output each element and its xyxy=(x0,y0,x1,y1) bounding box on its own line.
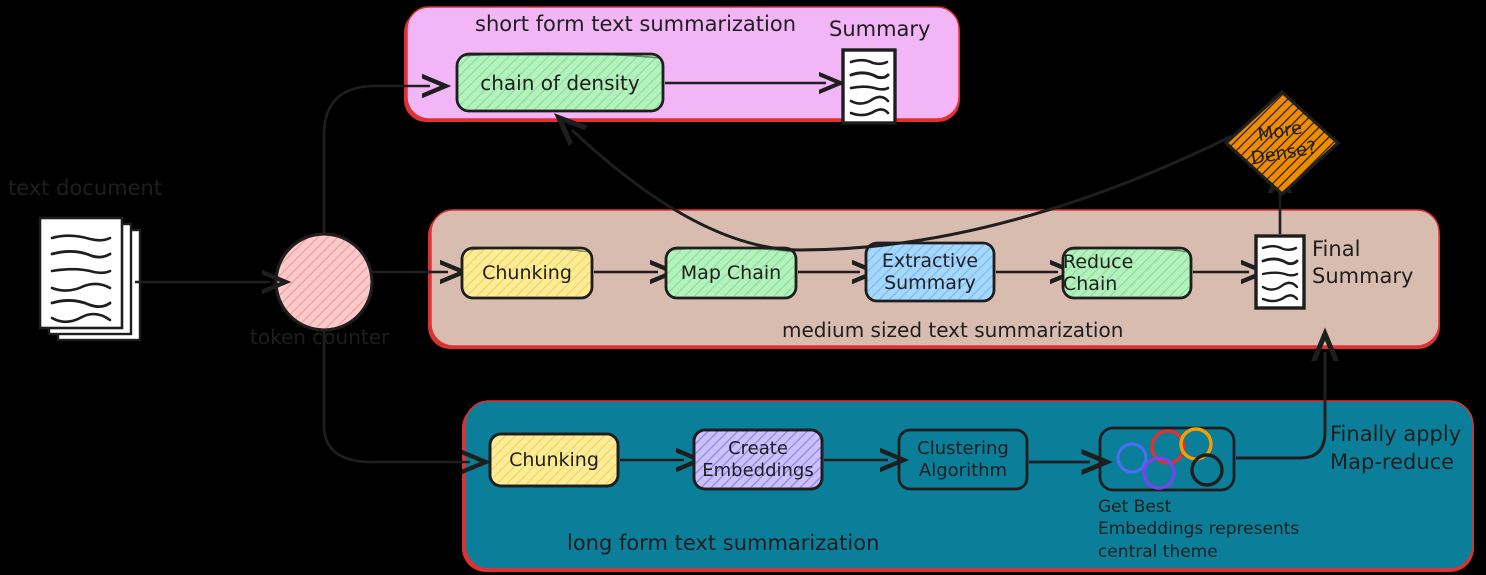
map-reduce-annotation: Finally apply Map-reduce xyxy=(1330,420,1461,477)
create-embeddings-line1: Create xyxy=(728,438,788,460)
node-reduce-chain-label: Reduce Chain xyxy=(1063,251,1134,295)
node-medium-chunking-label: Chunking xyxy=(482,262,572,284)
decision-more-dense-label: More Dense? xyxy=(1218,83,1346,203)
clusters-caption-line2: Embeddings represents xyxy=(1098,519,1300,540)
clusters-caption-line1: Get Best xyxy=(1098,497,1172,517)
final-summary-document-icon xyxy=(1254,234,1306,310)
token-counter-label: token counter xyxy=(250,325,390,349)
summary-label: Summary xyxy=(829,17,931,41)
extractive-summary-line2: Summary xyxy=(884,272,976,294)
final-summary-line2: Summary xyxy=(1312,264,1414,289)
panel-long-form-caption: long form text summarization xyxy=(567,531,880,555)
edge-router-to-long-form xyxy=(322,330,470,462)
map-reduce-annotation-line2: Map-reduce xyxy=(1330,450,1455,475)
node-long-chunking-label: Chunking xyxy=(509,449,599,471)
panel-short-form-caption: short form text summarization xyxy=(475,12,797,36)
token-counter-node[interactable] xyxy=(274,232,374,332)
map-reduce-annotation-line1: Finally apply xyxy=(1330,422,1462,446)
node-extractive-summary-label: Extractive Summary xyxy=(866,243,994,301)
create-embeddings-line2: Embeddings xyxy=(702,459,814,481)
clusters-caption-line3: central theme xyxy=(1098,541,1218,562)
clustering-algorithm-line1: Clustering xyxy=(917,438,1009,460)
clustering-algorithm-line2: Algorithm xyxy=(918,459,1008,481)
node-clustering-algorithm-label: Clustering Algorithm xyxy=(899,430,1027,489)
source-label: text document xyxy=(8,176,163,200)
extractive-summary-line1: Extractive xyxy=(881,249,979,272)
panel-medium-form-caption: medium sized text summarization xyxy=(782,318,1124,342)
final-summary-label: Final Summary xyxy=(1312,236,1413,291)
diagram-canvas: text document token counter short form t… xyxy=(0,0,1486,575)
node-chain-of-density-label: chain of density xyxy=(480,70,640,95)
node-map-chain-label: Map Chain xyxy=(680,262,782,284)
clusters-caption: Get Best Embeddings represents central t… xyxy=(1098,496,1299,563)
final-summary-line1: Final xyxy=(1312,237,1361,261)
summary-document-icon xyxy=(841,48,897,125)
node-create-embeddings-label: Create Embeddings xyxy=(694,430,822,489)
text-document-icon xyxy=(38,216,142,342)
